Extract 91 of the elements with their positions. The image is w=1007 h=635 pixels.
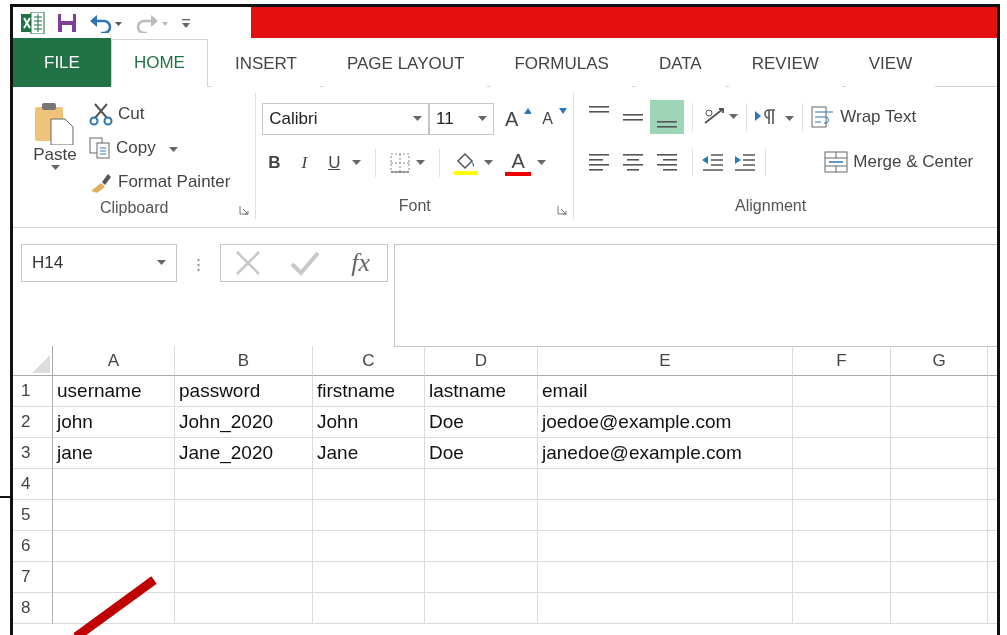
customize-toolbar-icon[interactable] bbox=[181, 16, 191, 29]
table-cell: password bbox=[175, 376, 313, 407]
color-bar-icon bbox=[505, 172, 532, 176]
vertical-align-button[interactable] bbox=[650, 100, 685, 134]
grip-icon bbox=[197, 258, 200, 272]
table-cell: Doe bbox=[425, 438, 538, 469]
row-header[interactable]: 2 bbox=[13, 407, 53, 438]
spreadsheet-app-icon[interactable] bbox=[21, 11, 45, 34]
undo-icon[interactable] bbox=[89, 12, 123, 33]
align-right-icon[interactable] bbox=[655, 152, 680, 172]
group-label: Font bbox=[398, 197, 431, 216]
dropdown-caret-icon bbox=[484, 160, 494, 166]
underline-button[interactable]: U bbox=[322, 148, 347, 178]
decrease-indent-icon[interactable] bbox=[701, 152, 726, 172]
dialog-launcher-icon[interactable] bbox=[557, 205, 568, 215]
row-header[interactable]: 6 bbox=[13, 531, 53, 562]
dropdown-caret-icon bbox=[352, 160, 362, 166]
column-header[interactable]: G bbox=[891, 346, 988, 376]
table-cell: john bbox=[53, 407, 175, 438]
font-name-field[interactable]: Calibri bbox=[262, 103, 430, 135]
dropdown-caret-icon bbox=[785, 116, 795, 122]
wrap-text-button[interactable]: Wrap Text bbox=[811, 100, 917, 134]
table-cell: joedoe@example.com bbox=[538, 407, 793, 438]
table-cell: lastname bbox=[425, 376, 538, 407]
paintbrush-icon bbox=[89, 171, 113, 193]
row-header[interactable]: 7 bbox=[13, 562, 53, 593]
file-tab[interactable]: FILE bbox=[13, 38, 111, 87]
align-bottom-icon bbox=[657, 121, 678, 128]
insert-function-button[interactable]: fx bbox=[348, 248, 373, 278]
dropdown-caret-icon bbox=[157, 260, 166, 266]
column-header[interactable]: F bbox=[793, 346, 891, 376]
align-middle-icon bbox=[623, 113, 644, 121]
row-header[interactable]: 1 bbox=[13, 376, 53, 407]
grow-font-button[interactable]: A bbox=[499, 104, 524, 134]
dropdown-caret-icon bbox=[50, 165, 60, 171]
bold-button[interactable]: B bbox=[262, 148, 287, 178]
borders-icon[interactable] bbox=[390, 153, 411, 173]
table-cell: Jane_2020 bbox=[175, 438, 313, 469]
format-painter-button[interactable]: Format Painter bbox=[89, 165, 231, 199]
increase-indent-icon[interactable] bbox=[733, 152, 758, 172]
align-center-icon[interactable] bbox=[621, 152, 646, 172]
column-header[interactable]: E bbox=[538, 346, 793, 376]
down-caret-icon bbox=[559, 108, 568, 114]
shrink-font-button[interactable]: A bbox=[535, 104, 560, 134]
table-cell: jane bbox=[53, 438, 175, 469]
row-header[interactable]: 4 bbox=[13, 469, 53, 500]
check-icon[interactable] bbox=[290, 250, 320, 276]
column-header[interactable]: A bbox=[53, 346, 175, 376]
font-color-button[interactable]: A bbox=[505, 150, 532, 172]
column-header[interactable]: C bbox=[313, 346, 425, 376]
font-size-field[interactable]: 11 bbox=[429, 103, 494, 135]
row-header[interactable]: 3 bbox=[13, 438, 53, 469]
group-label: Alignment bbox=[735, 197, 808, 216]
merge-center-button[interactable]: Merge & Center bbox=[824, 145, 974, 179]
name-box[interactable]: H14 bbox=[21, 244, 177, 282]
table-cell: John_2020 bbox=[175, 407, 313, 438]
dropdown-caret-icon bbox=[413, 116, 423, 122]
column-header[interactable]: D bbox=[425, 346, 538, 376]
wrap-text-icon bbox=[811, 106, 836, 128]
table-cell: janedoe@example.com bbox=[538, 438, 793, 469]
table-cell: John bbox=[313, 407, 425, 438]
column-header[interactable]: B bbox=[175, 346, 313, 376]
fill-color-icon[interactable] bbox=[454, 151, 479, 175]
formula-input[interactable] bbox=[394, 244, 997, 347]
clipboard-icon bbox=[33, 101, 77, 145]
paste-button[interactable]: Paste bbox=[29, 101, 81, 199]
copy-icon bbox=[89, 137, 111, 159]
row-header[interactable]: 5 bbox=[13, 500, 53, 531]
align-left-icon[interactable] bbox=[587, 152, 612, 172]
table-cell: Doe bbox=[425, 407, 538, 438]
table-cell: username bbox=[53, 376, 175, 407]
scissors-icon bbox=[89, 102, 113, 126]
paragraph-direction-icon[interactable] bbox=[755, 107, 778, 127]
dropdown-caret-icon bbox=[729, 114, 739, 120]
table-cell: firstname bbox=[313, 376, 425, 407]
dropdown-caret-icon bbox=[477, 116, 487, 122]
dropdown-caret-icon bbox=[168, 147, 178, 153]
align-top-icon bbox=[589, 106, 610, 113]
dropdown-caret-icon bbox=[537, 160, 547, 166]
cut-button[interactable]: Cut bbox=[89, 97, 231, 131]
italic-button[interactable]: I bbox=[292, 148, 317, 178]
dialog-launcher-icon[interactable] bbox=[239, 205, 250, 215]
copy-button[interactable]: Copy bbox=[89, 131, 231, 165]
ribbon-tab[interactable]: HOME bbox=[110, 39, 208, 87]
up-caret-icon bbox=[523, 108, 532, 114]
row-header[interactable]: 8 bbox=[13, 593, 53, 624]
table-cell: Jane bbox=[313, 438, 425, 469]
table-cell: email bbox=[538, 376, 793, 407]
dropdown-caret-icon bbox=[416, 160, 426, 166]
group-label: Clipboard bbox=[99, 199, 169, 218]
merge-cells-icon bbox=[824, 151, 849, 173]
